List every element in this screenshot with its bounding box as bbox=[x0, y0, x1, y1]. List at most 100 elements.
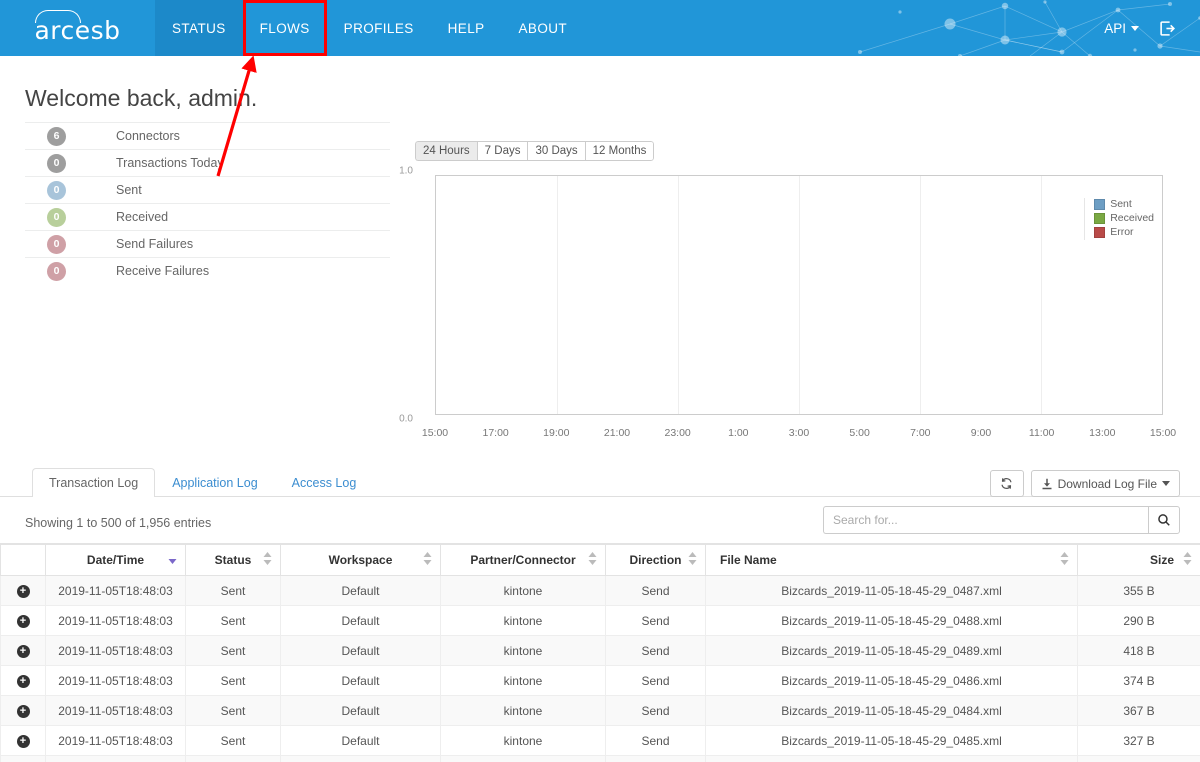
expand-row-icon[interactable]: + bbox=[16, 705, 30, 718]
row-expand-cell[interactable]: + bbox=[0, 695, 46, 726]
stat-row-receive-failures[interactable]: 0 Receive Failures bbox=[25, 257, 390, 284]
tab-access-log[interactable]: Access Log bbox=[275, 468, 374, 497]
cell-workspace[interactable]: Default bbox=[280, 755, 441, 762]
download-log-file-button[interactable]: Download Log File bbox=[1030, 470, 1180, 497]
sort-both-icon bbox=[423, 552, 432, 568]
column-header-direction[interactable]: Direction bbox=[605, 543, 706, 576]
expand-row-icon[interactable]: + bbox=[16, 645, 30, 658]
logout-button[interactable] bbox=[1159, 20, 1176, 37]
nav-item-about[interactable]: ABOUT bbox=[502, 0, 585, 56]
search-input[interactable] bbox=[823, 506, 1148, 534]
cell-filename[interactable]: Bizcards_2019-11-05-18-45-29_0487.xml bbox=[705, 575, 1078, 606]
stat-row-connectors[interactable]: 6 Connectors bbox=[25, 122, 390, 149]
chart-plot-box: Sent Received Error bbox=[435, 175, 1163, 415]
x-tick: 19:00 bbox=[543, 427, 570, 439]
nav-item-status[interactable]: STATUS bbox=[155, 0, 243, 56]
brand-logo-area[interactable]: arcesb bbox=[0, 0, 155, 56]
cell-direction: Send bbox=[605, 605, 706, 636]
brand-arc-icon bbox=[35, 9, 82, 23]
column-header-expand bbox=[0, 543, 46, 576]
table-row[interactable]: + 2019-11-05T18:48:03 Sent Default kinto… bbox=[0, 665, 1200, 696]
cell-datetime: 2019-11-05T18:48:03 bbox=[45, 635, 186, 666]
column-header-partner-connector[interactable]: Partner/Connector bbox=[440, 543, 606, 576]
x-tick: 15:00 bbox=[1149, 427, 1177, 439]
expand-row-icon[interactable]: + bbox=[16, 585, 30, 598]
cell-size: 374 B bbox=[1077, 665, 1200, 696]
stat-row-received[interactable]: 0 Received bbox=[25, 203, 390, 230]
row-expand-cell[interactable]: + bbox=[0, 575, 46, 606]
row-expand-cell[interactable]: + bbox=[0, 605, 46, 636]
cell-connector[interactable]: kintone bbox=[440, 695, 606, 726]
cell-workspace[interactable]: Default bbox=[280, 725, 441, 756]
cell-filename[interactable]: Bizcards_2019-11-05-18-45-29_0485.xml bbox=[705, 725, 1078, 756]
log-toolbar: Download Log File bbox=[989, 470, 1180, 497]
cell-connector[interactable]: kintone bbox=[440, 755, 606, 762]
nav-item-api[interactable]: API bbox=[1104, 21, 1139, 36]
y-axis-tick-max: 1.0 bbox=[399, 165, 413, 177]
column-header-size[interactable]: Size bbox=[1077, 543, 1200, 576]
table-row[interactable]: + 2019-11-05T18:48:03 Sent Default kinto… bbox=[0, 695, 1200, 726]
transaction-log-table: Date/Time Status Workspace Partner/Conne… bbox=[0, 543, 1200, 762]
legend-swatch bbox=[1094, 212, 1106, 224]
legend-label: Sent bbox=[1110, 198, 1132, 210]
cell-workspace[interactable]: Default bbox=[280, 605, 441, 636]
nav-item-help[interactable]: HELP bbox=[431, 0, 502, 56]
x-tick: 3:00 bbox=[788, 427, 810, 439]
legend-swatch bbox=[1094, 198, 1106, 210]
stat-badge: 0 bbox=[47, 234, 66, 254]
cell-workspace[interactable]: Default bbox=[280, 695, 441, 726]
column-header-file-name[interactable]: File Name bbox=[705, 543, 1078, 576]
tab-application-log[interactable]: Application Log bbox=[155, 468, 274, 497]
row-expand-cell[interactable]: + bbox=[0, 665, 46, 696]
stat-badge: 0 bbox=[47, 153, 66, 173]
column-header-status[interactable]: Status bbox=[185, 543, 281, 576]
range-button-7-days[interactable]: 7 Days bbox=[476, 141, 528, 161]
cell-connector[interactable]: kintone bbox=[440, 575, 606, 606]
tab-transaction-log[interactable]: Transaction Log bbox=[32, 468, 156, 497]
cell-filename[interactable]: Bizcards_2019-11-05-18-45-29_0486.xml bbox=[705, 665, 1078, 696]
stat-row-sent[interactable]: 0 Sent bbox=[25, 176, 390, 203]
cell-size: 367 B bbox=[1077, 695, 1200, 726]
table-row[interactable]: + 2019-11-05T18:48:03 Sent Default kinto… bbox=[0, 635, 1200, 666]
cell-workspace[interactable]: Default bbox=[280, 575, 441, 606]
cell-size: 355 B bbox=[1077, 575, 1200, 606]
range-button-24-hours[interactable]: 24 Hours bbox=[415, 141, 477, 161]
cell-filename[interactable]: Bizcards_2019-11-05-18-45-29_0483.xml bbox=[705, 755, 1078, 762]
cell-workspace[interactable]: Default bbox=[280, 635, 441, 666]
search-button[interactable] bbox=[1148, 506, 1180, 534]
cell-workspace[interactable]: Default bbox=[280, 665, 441, 696]
stat-row-send-failures[interactable]: 0 Send Failures bbox=[25, 230, 390, 257]
row-expand-cell[interactable]: + bbox=[0, 725, 46, 756]
expand-row-icon[interactable]: + bbox=[16, 615, 30, 628]
cell-connector[interactable]: kintone bbox=[440, 665, 606, 696]
column-label: File Name bbox=[720, 553, 777, 567]
table-row[interactable]: + 2019-11-05T18:48:03 Sent Default kinto… bbox=[0, 575, 1200, 606]
expand-row-icon[interactable]: + bbox=[16, 675, 30, 688]
cell-connector[interactable]: kintone bbox=[440, 605, 606, 636]
chart-plot-area: 1.0 0.0 Sent Received Error 15:00 17:00 … bbox=[399, 166, 1185, 440]
table-row[interactable]: + 2019-11-05T18:48:03 Sent Default kinto… bbox=[0, 755, 1200, 762]
nav-item-flows[interactable]: FLOWS bbox=[242, 0, 327, 56]
stat-row-transactions-today[interactable]: 0 Transactions Today bbox=[25, 149, 390, 176]
cell-connector[interactable]: kintone bbox=[440, 635, 606, 666]
nav-item-profiles[interactable]: PROFILES bbox=[327, 0, 431, 56]
cell-filename[interactable]: Bizcards_2019-11-05-18-45-29_0484.xml bbox=[705, 695, 1078, 726]
stat-label: Sent bbox=[116, 183, 142, 197]
range-button-12-months[interactable]: 12 Months bbox=[584, 141, 655, 161]
table-row[interactable]: + 2019-11-05T18:48:03 Sent Default kinto… bbox=[0, 605, 1200, 636]
row-expand-cell[interactable]: + bbox=[0, 755, 46, 762]
cell-size: 418 B bbox=[1077, 635, 1200, 666]
cell-direction: Send bbox=[605, 755, 706, 762]
column-header-datetime[interactable]: Date/Time bbox=[45, 543, 186, 576]
cell-status: Sent bbox=[185, 695, 281, 726]
cell-filename[interactable]: Bizcards_2019-11-05-18-45-29_0489.xml bbox=[705, 635, 1078, 666]
row-expand-cell[interactable]: + bbox=[0, 635, 46, 666]
cell-filename[interactable]: Bizcards_2019-11-05-18-45-29_0488.xml bbox=[705, 605, 1078, 636]
column-header-workspace[interactable]: Workspace bbox=[280, 543, 441, 576]
table-row[interactable]: + 2019-11-05T18:48:03 Sent Default kinto… bbox=[0, 725, 1200, 756]
cell-direction: Send bbox=[605, 695, 706, 726]
cell-connector[interactable]: kintone bbox=[440, 725, 606, 756]
refresh-button[interactable] bbox=[989, 470, 1024, 497]
expand-row-icon[interactable]: + bbox=[16, 735, 30, 748]
range-button-30-days[interactable]: 30 Days bbox=[527, 141, 585, 161]
